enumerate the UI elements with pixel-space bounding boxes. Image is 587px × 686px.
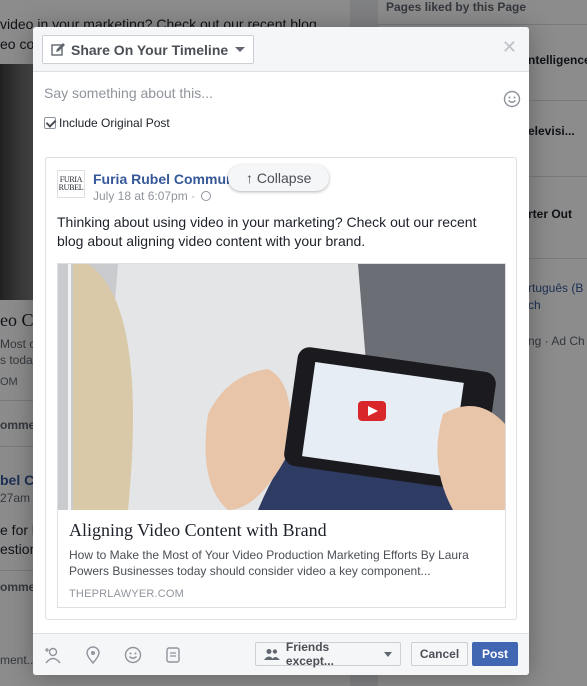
audience-label: Friends except... (285, 640, 334, 668)
shared-post-preview: FURIA RUBEL Furia Rubel Communications J… (45, 157, 517, 620)
link-description: How to Make the Most of Your Video Produ… (69, 548, 469, 578)
location-icon[interactable] (84, 646, 102, 664)
cancel-button[interactable]: Cancel (411, 642, 468, 666)
include-label: Include Original Post (59, 116, 170, 130)
dialog-footer: Friends except... Cancel Post (33, 633, 529, 675)
audience-selector[interactable]: Friends except... (255, 640, 401, 668)
edit-icon (51, 42, 65, 56)
emoji-icon[interactable] (503, 90, 521, 108)
dialog-header: Share On Your Timeline ✕ (33, 27, 529, 72)
post-meta: July 18 at 6:07pm · (93, 189, 212, 203)
link-title[interactable]: Aligning Video Content with Brand (69, 520, 327, 541)
collapse-button[interactable]: ↑ Collapse (228, 165, 330, 191)
sticker-icon[interactable] (164, 646, 182, 664)
post-timestamp[interactable]: July 18 at 6:07pm (93, 189, 188, 203)
share-destination-label: Share On Your Timeline (71, 41, 229, 58)
link-domain: THEPRLAWYER.COM (69, 588, 185, 600)
tag-people-icon[interactable] (44, 646, 62, 664)
post-text: Thinking about using video in your marke… (57, 214, 477, 249)
page-name-link[interactable]: Furia Rubel Communications (93, 171, 229, 187)
avatar-text-2: RUBEL (58, 183, 84, 192)
close-icon[interactable]: ✕ (502, 37, 517, 57)
share-destination-select[interactable]: Share On Your Timeline (42, 35, 254, 64)
page-avatar[interactable]: FURIA RUBEL (57, 170, 85, 198)
friends-icon (264, 649, 280, 660)
include-checkbox[interactable] (44, 117, 56, 129)
link-attachment[interactable]: Aligning Video Content with Brand How to… (57, 263, 506, 608)
share-dialog: Share On Your Timeline ✕ Say something a… (33, 27, 529, 675)
share-message-input[interactable]: Say something about this... (44, 85, 213, 101)
feeling-icon[interactable] (124, 646, 142, 664)
post-button[interactable]: Post (472, 642, 518, 666)
chevron-down-icon (384, 651, 392, 657)
include-original-post[interactable]: Include Original Post (44, 116, 170, 130)
link-preview-image (58, 264, 505, 510)
chevron-down-icon (235, 47, 245, 52)
globe-icon (201, 191, 212, 201)
